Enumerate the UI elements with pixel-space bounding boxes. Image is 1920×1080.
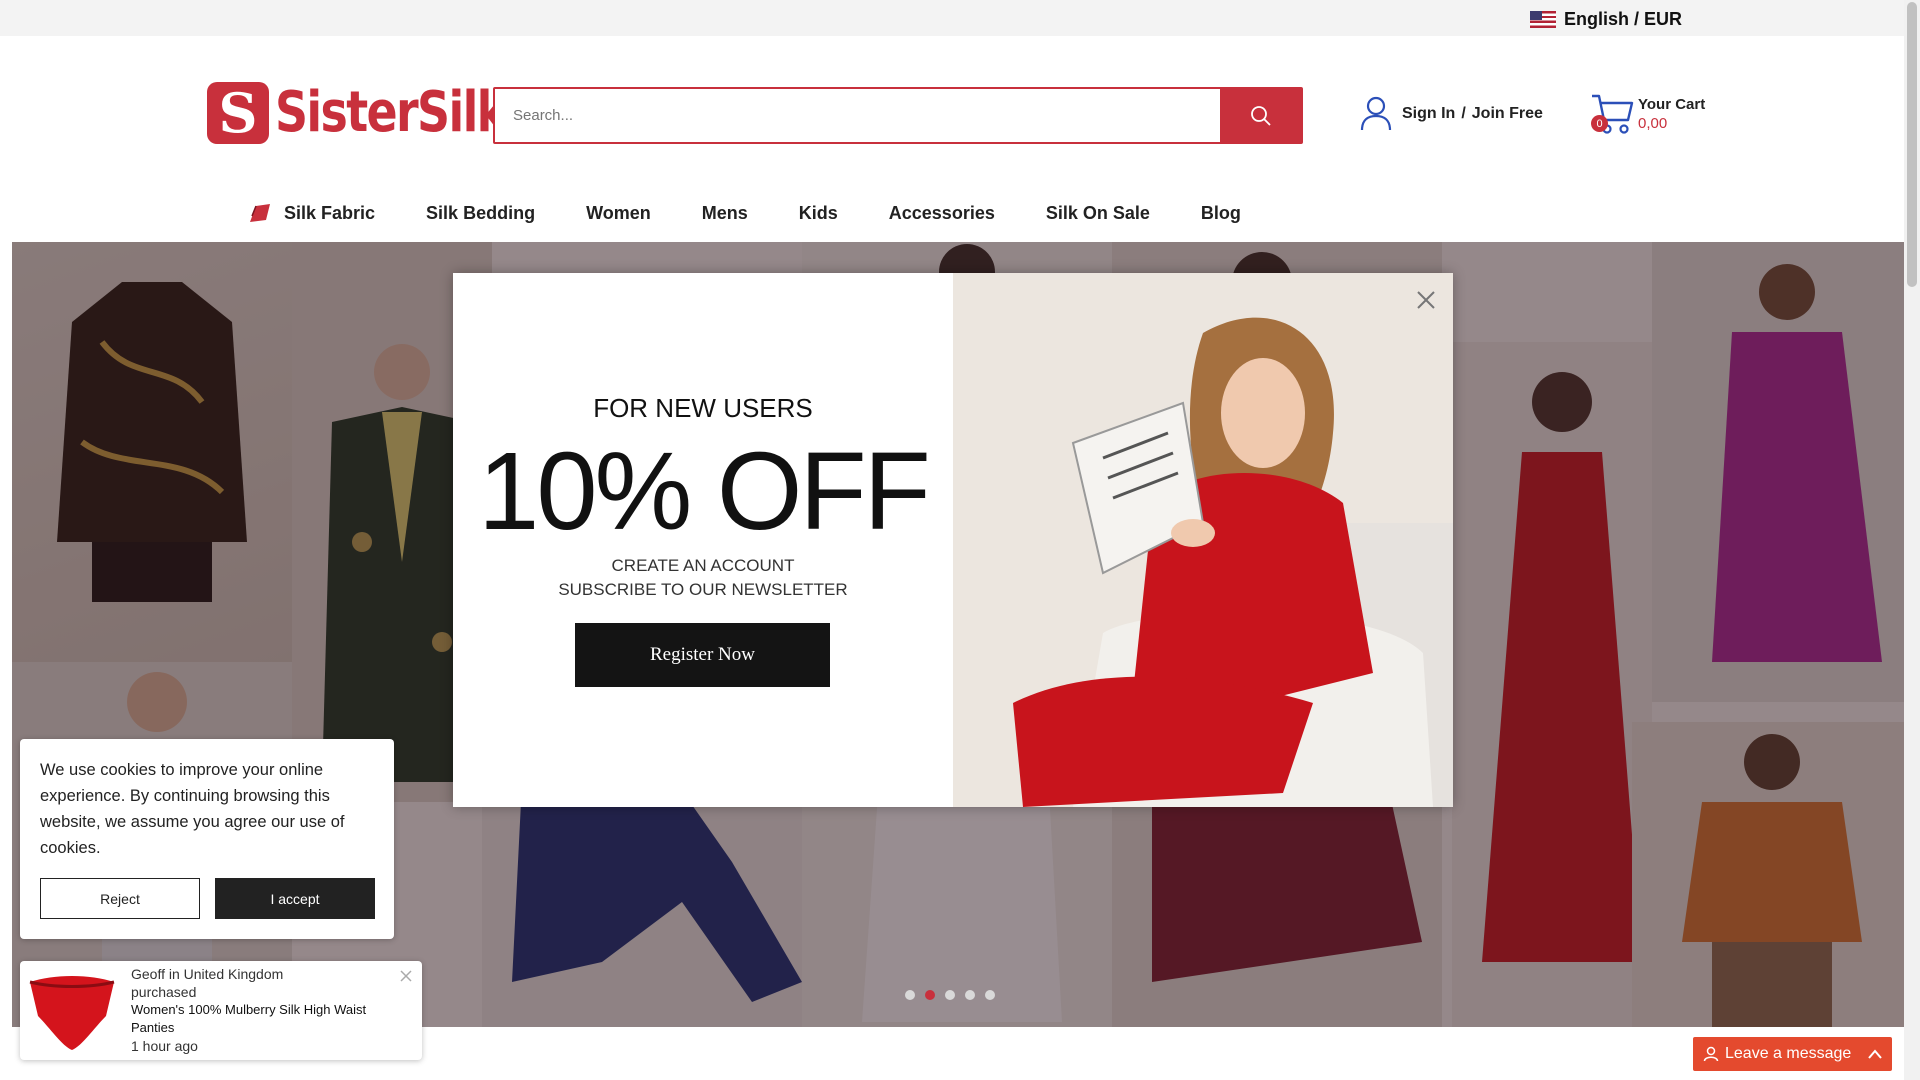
top-bar: English / EUR xyxy=(0,0,1904,37)
slider-dot[interactable] xyxy=(945,990,955,1000)
slider-dot[interactable] xyxy=(905,990,915,1000)
nav-label: Blog xyxy=(1200,202,1241,223)
person-icon xyxy=(1703,1046,1719,1062)
nav-item-silk-fabric[interactable]: Silk Fabric xyxy=(248,202,375,224)
purchase-details: Geoff in United Kingdom purchased Women'… xyxy=(131,965,401,1055)
leave-message-chat-button[interactable]: Leave a message xyxy=(1693,1037,1892,1071)
language-currency-selector[interactable]: English / EUR xyxy=(1529,9,1682,30)
slider-dot-active[interactable] xyxy=(925,990,935,1000)
site-header: S SisterSilk Sign In / Join Free 0 Your … xyxy=(0,36,1904,241)
purchase-action: purchased xyxy=(131,984,197,1000)
cookie-message: We use cookies to improve your online ex… xyxy=(40,761,345,857)
close-icon xyxy=(1417,291,1435,309)
purchase-buyer: Geoff in United Kingdom xyxy=(131,966,284,982)
product-thumbnail xyxy=(24,968,120,1054)
signup-promo-modal: FOR NEW USERS 10% OFF CREATE AN ACCOUNT … xyxy=(453,273,1453,807)
main-nav: Silk Fabric Silk Bedding Women Mens Kids… xyxy=(248,202,1292,224)
nav-item-accessories[interactable]: Accessories xyxy=(889,203,995,224)
cookie-reject-button[interactable]: Reject xyxy=(40,878,200,919)
close-icon xyxy=(400,970,412,982)
page-scrollbar[interactable] xyxy=(1904,0,1920,1080)
register-now-button[interactable]: Register Now xyxy=(575,623,830,687)
nav-item-women[interactable]: Women xyxy=(586,203,651,224)
promo-content: FOR NEW USERS 10% OFF CREATE AN ACCOUNT … xyxy=(453,273,953,807)
account-separator: / xyxy=(1461,105,1466,122)
join-free-link[interactable]: Join Free xyxy=(1472,105,1543,123)
purchase-time: 1 hour ago xyxy=(131,1038,198,1054)
chat-label: Leave a message xyxy=(1725,1045,1852,1062)
slider-dot[interactable] xyxy=(965,990,975,1000)
nav-item-mens[interactable]: Mens xyxy=(702,203,748,224)
logo-mark: S xyxy=(207,81,269,145)
cart-widget[interactable]: 0 Your Cart 0,00 xyxy=(1590,92,1705,136)
nav-item-silk-on-sale[interactable]: Silk On Sale xyxy=(1046,203,1150,224)
sign-in-link[interactable]: Sign In xyxy=(1402,105,1455,123)
search-input[interactable] xyxy=(495,89,1220,142)
close-notification-button[interactable] xyxy=(400,969,412,982)
close-modal-button[interactable] xyxy=(1413,287,1439,313)
scrollbar-thumb[interactable] xyxy=(1907,2,1917,287)
cart-total: 0,00 xyxy=(1638,115,1668,132)
nav-label: Kids xyxy=(798,202,838,223)
recent-purchase-popup[interactable]: Geoff in United Kingdom purchased Women'… xyxy=(20,961,422,1060)
nav-label: Mens xyxy=(701,202,748,223)
nav-label: Silk Bedding xyxy=(426,202,536,223)
cart-count-badge: 0 xyxy=(1591,115,1608,132)
slider-dots xyxy=(905,990,995,1000)
promo-kicker: FOR NEW USERS xyxy=(593,393,813,423)
promo-photo xyxy=(953,273,1453,807)
cookie-consent-banner: We use cookies to improve your online ex… xyxy=(20,739,394,939)
nav-label: Silk On Sale xyxy=(1045,202,1150,223)
fabric-roll-icon xyxy=(250,204,270,222)
nav-label: Women xyxy=(586,202,651,223)
cookie-accept-button[interactable]: I accept xyxy=(215,878,375,919)
us-flag-icon xyxy=(1529,11,1556,28)
nav-label: Accessories xyxy=(888,202,995,223)
nav-item-silk-bedding[interactable]: Silk Bedding xyxy=(426,203,535,224)
search-button[interactable] xyxy=(1220,89,1301,142)
promo-line-newsletter: SUBSCRIBE TO OUR NEWSLETTER xyxy=(558,580,848,599)
search-bar xyxy=(493,87,1303,144)
search-icon xyxy=(1250,105,1271,126)
promo-headline: 10% OFF xyxy=(478,430,931,553)
cart-summary: Your Cart 0,00 xyxy=(1638,95,1705,133)
promo-line-create-account: CREATE AN ACCOUNT xyxy=(611,556,795,575)
language-currency-label: English / EUR xyxy=(1563,9,1682,29)
cart-icon-wrapper: 0 xyxy=(1590,92,1634,136)
nav-item-kids[interactable]: Kids xyxy=(799,203,838,224)
user-icon xyxy=(1360,96,1392,131)
purchase-product-link[interactable]: Women's 100% Mulberry Silk High Waist Pa… xyxy=(131,1001,401,1037)
logo-text: SisterSilk xyxy=(275,80,507,145)
account-links: Sign In / Join Free xyxy=(1360,96,1543,132)
nav-item-blog[interactable]: Blog xyxy=(1201,203,1241,224)
chat-label-group: Leave a message xyxy=(1703,1045,1851,1063)
cart-title: Your Cart xyxy=(1638,96,1706,113)
nav-label: Silk Fabric xyxy=(284,202,376,223)
chevron-up-icon xyxy=(1868,1049,1882,1059)
slider-dot[interactable] xyxy=(985,990,995,1000)
